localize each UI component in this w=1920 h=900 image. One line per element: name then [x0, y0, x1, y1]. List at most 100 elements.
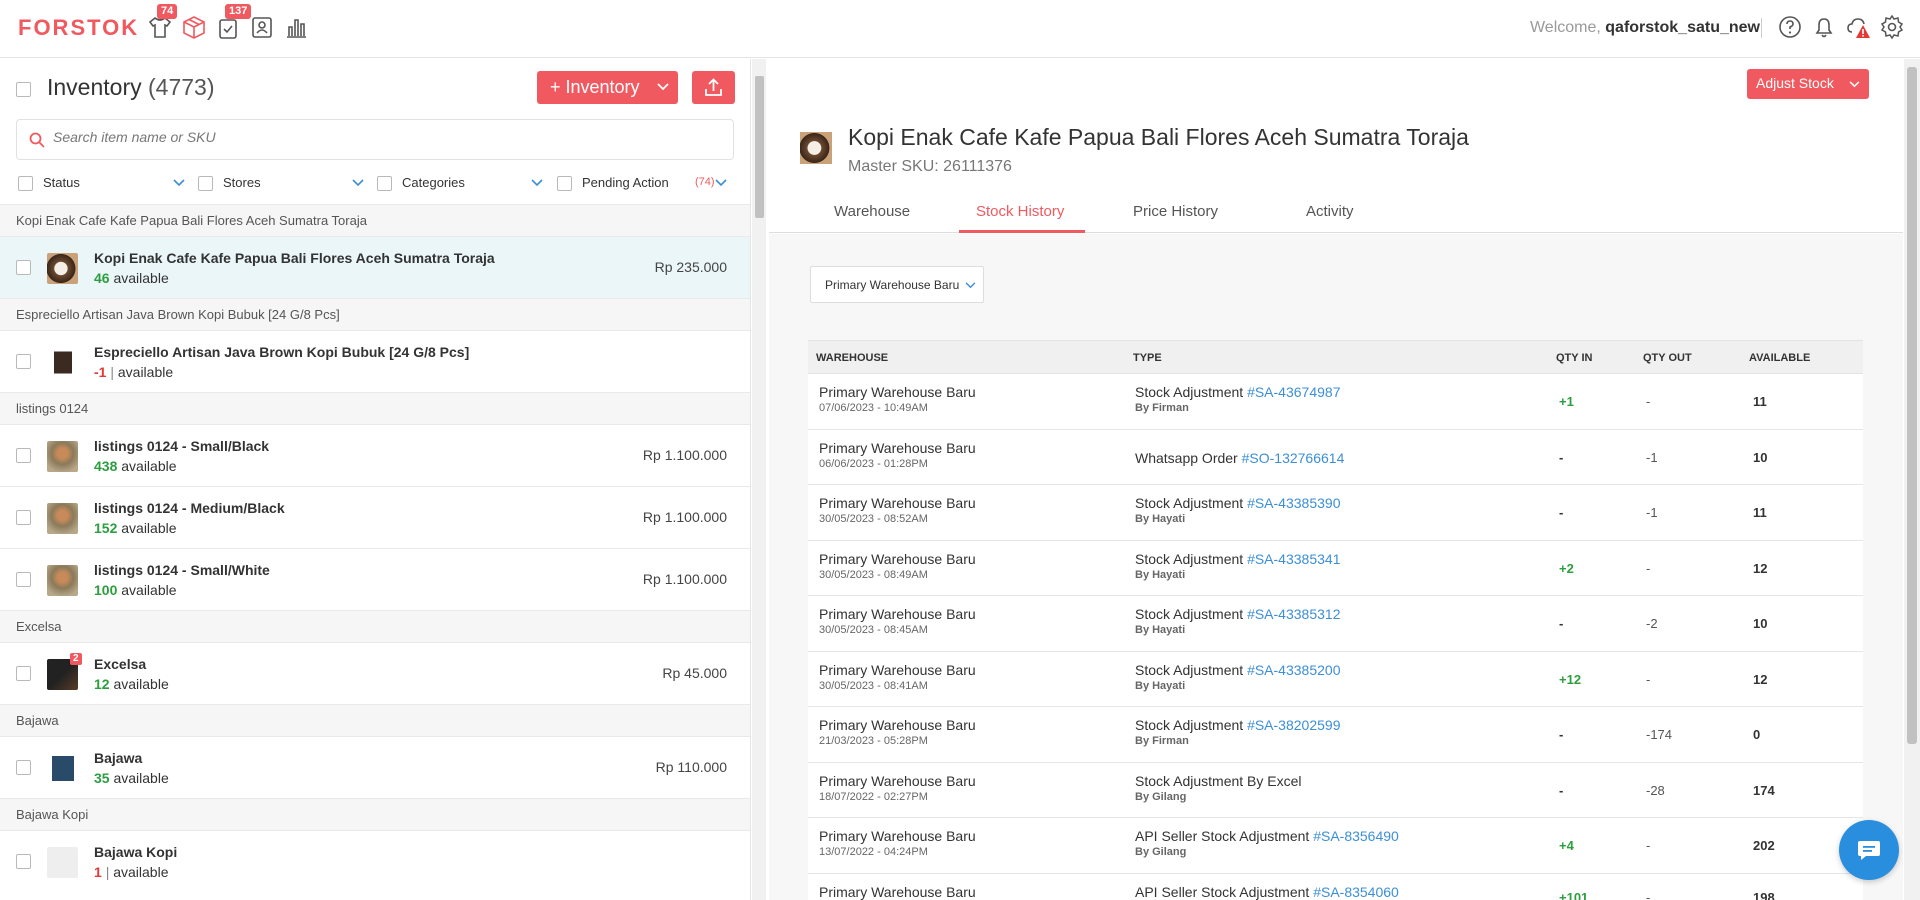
group-header: listings 0124 — [0, 392, 750, 424]
row-qty-in: - — [1559, 727, 1564, 742]
row-warehouse: Primary Warehouse Baru — [819, 384, 976, 400]
top-bar: FORSTOK 74 137 Welcome, qaforstok_satu_n… — [0, 0, 1920, 58]
cloud-alert-icon[interactable] — [1845, 14, 1871, 40]
item-checkbox[interactable] — [16, 760, 31, 775]
row-type: Whatsapp Order #SO-132766614 — [1135, 450, 1344, 466]
tab-warehouse[interactable]: Warehouse — [834, 203, 910, 220]
box-icon[interactable] — [181, 14, 207, 40]
status-filter-checkbox[interactable] — [18, 176, 33, 191]
row-ref-link[interactable]: #SA-43385341 — [1247, 551, 1340, 567]
search-icon — [29, 132, 45, 148]
scrollbar-thumb[interactable] — [1907, 67, 1917, 744]
detail-scrollbar[interactable] — [1904, 59, 1920, 900]
chevron-down-icon[interactable] — [352, 179, 364, 187]
row-type-text: Stock Adjustment — [1135, 495, 1244, 511]
row-type-text: Stock Adjustment By Excel — [1135, 772, 1302, 789]
stores-filter-checkbox[interactable] — [198, 176, 213, 191]
tab-activity[interactable]: Activity — [1306, 203, 1354, 220]
row-qty-in: +101 — [1559, 889, 1589, 900]
adjust-stock-button[interactable]: Adjust Stock — [1747, 69, 1869, 99]
row-ref-link[interactable]: #SA-38202599 — [1247, 717, 1340, 733]
row-ref-link[interactable]: #SA-8354060 — [1313, 884, 1399, 900]
gear-icon[interactable] — [1879, 14, 1905, 40]
col-type: TYPE — [1133, 352, 1162, 364]
search-input[interactable] — [53, 129, 713, 145]
list-item[interactable]: 2 Excelsa 12 available Rp 45.000 — [0, 642, 750, 704]
export-button[interactable] — [692, 71, 735, 104]
row-qty-out: - — [1646, 671, 1651, 687]
chat-button[interactable] — [1839, 820, 1899, 880]
username[interactable]: qaforstok_satu_new — [1605, 19, 1760, 36]
row-type-text: Stock Adjustment — [1135, 606, 1244, 622]
item-checkbox[interactable] — [16, 666, 31, 681]
variant-count-badge: 2 — [70, 653, 82, 665]
pending-action-checkbox[interactable] — [557, 176, 572, 191]
row-by: By Hayati — [1135, 679, 1186, 692]
row-available: 198 — [1753, 889, 1775, 900]
stock-history-table: WAREHOUSE TYPE QTY IN QTY OUT AVAILABLE … — [808, 340, 1863, 900]
col-available: AVAILABLE — [1749, 352, 1811, 364]
stores-filter[interactable]: Stores — [223, 175, 261, 190]
group-header: Bajawa Kopi — [0, 798, 750, 830]
col-qty-in: QTY IN — [1556, 352, 1593, 364]
row-type: Stock Adjustment #SA-43385390 — [1135, 495, 1340, 511]
row-ref-link[interactable]: #SA-43674987 — [1247, 384, 1340, 400]
scrollbar-thumb[interactable] — [755, 76, 764, 218]
item-checkbox[interactable] — [16, 448, 31, 463]
chevron-down-icon[interactable] — [173, 179, 185, 187]
item-checkbox[interactable] — [16, 854, 31, 869]
list-item[interactable]: listings 0124 - Small/White 100 availabl… — [0, 548, 750, 610]
status-filter[interactable]: Status — [43, 175, 80, 190]
bell-icon[interactable] — [1811, 14, 1837, 40]
item-checkbox[interactable] — [16, 510, 31, 525]
search-box[interactable] — [16, 119, 734, 160]
categories-filter-checkbox[interactable] — [377, 176, 392, 191]
list-item[interactable]: listings 0124 - Small/Black 438 availabl… — [0, 424, 750, 486]
item-checkbox[interactable] — [16, 572, 31, 587]
row-warehouse: Primary Warehouse Baru — [819, 828, 976, 844]
item-checkbox[interactable] — [16, 260, 31, 275]
chevron-down-icon[interactable] — [531, 179, 543, 187]
tab-price-history[interactable]: Price History — [1133, 203, 1218, 220]
shirt-icon[interactable]: 74 — [147, 4, 178, 40]
item-price: Rp 235.000 — [654, 259, 727, 275]
row-available: 0 — [1753, 727, 1761, 742]
list-item[interactable]: Espreciello Artisan Java Brown Kopi Bubu… — [0, 330, 750, 392]
row-ref-link[interactable]: #SA-43385390 — [1247, 495, 1340, 511]
contacts-icon[interactable] — [249, 14, 275, 40]
categories-filter[interactable]: Categories — [402, 175, 465, 190]
list-item[interactable]: Bajawa Kopi 1 | available — [0, 830, 750, 892]
bar-chart-icon[interactable] — [283, 14, 309, 40]
list-item[interactable]: Kopi Enak Cafe Kafe Papua Bali Flores Ac… — [0, 236, 750, 298]
row-warehouse: Primary Warehouse Baru — [819, 495, 976, 511]
products-badge: 74 — [157, 4, 178, 19]
tab-stock-history[interactable]: Stock History — [976, 203, 1064, 220]
inventory-scrollbar[interactable] — [752, 59, 766, 900]
row-available: 10 — [1753, 449, 1768, 465]
row-by: By Hayati — [1135, 624, 1186, 636]
item-checkbox[interactable] — [16, 354, 31, 369]
table-row: Primary Warehouse Baru 13/07/2022 - 04:2… — [808, 818, 1863, 874]
item-availability: 12 available — [94, 676, 169, 692]
add-inventory-button[interactable]: + Inventory — [537, 71, 678, 104]
clipboard-check-icon[interactable]: 137 — [215, 4, 252, 40]
warehouse-select[interactable]: Primary Warehouse Baru — [810, 266, 984, 303]
help-icon[interactable] — [1777, 14, 1803, 40]
row-ref-link[interactable]: #SA-43385312 — [1247, 606, 1340, 622]
chevron-down-icon[interactable] — [715, 179, 727, 187]
row-ref-link[interactable]: #SA-8356490 — [1313, 828, 1399, 844]
row-available: 11 — [1753, 505, 1767, 520]
row-qty-in: - — [1559, 505, 1564, 520]
list-item[interactable]: listings 0124 - Medium/Black 152 availab… — [0, 486, 750, 548]
available-label: available — [121, 458, 177, 474]
pending-action-filter[interactable]: Pending Action — [582, 175, 669, 190]
row-ref-link[interactable]: #SO-132766614 — [1242, 450, 1345, 466]
select-all-checkbox[interactable] — [16, 82, 31, 97]
item-detail-panel: Adjust Stock Kopi Enak Cafe Kafe Papua B… — [769, 59, 1903, 900]
available-label: available — [121, 520, 177, 536]
table-header: WAREHOUSE TYPE QTY IN QTY OUT AVAILABLE — [808, 340, 1863, 374]
list-item[interactable]: Bajawa 35 available Rp 110.000 — [0, 736, 750, 798]
item-name: listings 0124 - Small/White — [94, 562, 270, 578]
row-ref-link[interactable]: #SA-43385200 — [1247, 662, 1340, 678]
forstok-logo[interactable]: FORSTOK — [18, 15, 139, 41]
